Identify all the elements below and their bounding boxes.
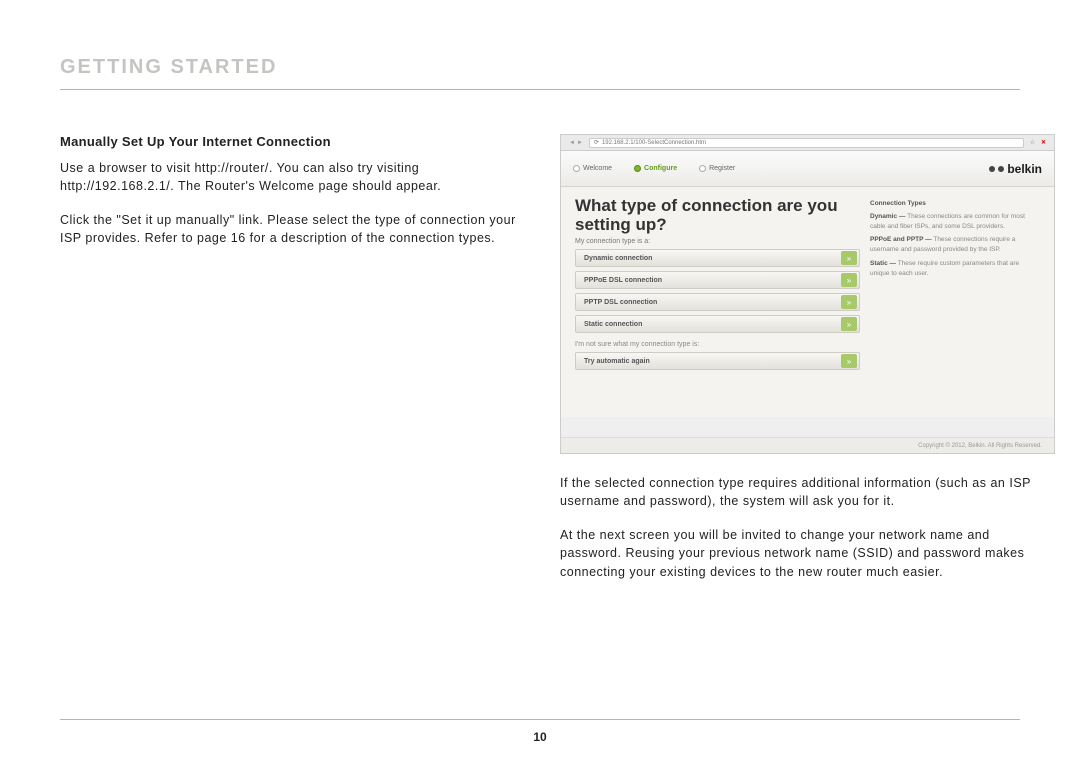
browser-url-bar: ◄► ⟳ 192.168.2.1/100-SelectConnection.ht… [561,135,1054,151]
footer-rule [60,719,1020,720]
step-configure: Configure [634,165,677,172]
chapter-heading: GETTING STARTED [60,56,1020,90]
option-static: Static connection» [575,315,860,333]
reload-icon: ⟳ [594,139,599,146]
chevron-right-icon: » [841,251,857,265]
paragraph-3: If the selected connection type requires… [560,474,1055,510]
option-try-automatic: Try automatic again» [575,352,860,370]
step-welcome: Welcome [573,165,612,172]
bookmark-icon: ☆ [1030,139,1035,146]
paragraph-1: Use a browser to visit http://router/. Y… [60,159,530,195]
left-column: Manually Set Up Your Internet Connection… [60,134,530,597]
option-pppoe: PPPoE DSL connection» [575,271,860,289]
chevron-right-icon: » [841,273,857,287]
option-dynamic: Dynamic connection» [575,249,860,267]
chevron-right-icon: » [841,354,857,368]
paragraph-2: Click the "Set it up manually" link. Ple… [60,211,530,247]
option-pptp: PPTP DSL connection» [575,293,860,311]
screenshot-heading: What type of connection are you setting … [575,197,860,234]
paragraph-4: At the next screen you will be invited t… [560,526,1055,580]
wizard-header: Welcome Configure Register belkin [561,151,1054,187]
step-register: Register [699,165,735,172]
screenshot-sublabel: My connection type is a: [575,238,860,245]
section-subheading: Manually Set Up Your Internet Connection [60,134,530,149]
right-column: ◄► ⟳ 192.168.2.1/100-SelectConnection.ht… [560,134,1055,597]
unsure-label: I'm not sure what my connection type is: [575,341,860,348]
screenshot-footer: Copyright © 2012, Belkin. All Rights Res… [561,437,1054,453]
connection-types-sidebar: Connection Types Dynamic — These connect… [870,197,1040,411]
chevron-right-icon: » [841,295,857,309]
close-icon: ✕ [1041,139,1046,146]
embedded-screenshot: ◄► ⟳ 192.168.2.1/100-SelectConnection.ht… [560,134,1055,454]
page-number: 10 [0,730,1080,744]
chevron-right-icon: » [841,317,857,331]
brand-logo: belkin [989,162,1042,176]
url-text: 192.168.2.1/100-SelectConnection.htm [602,140,706,146]
